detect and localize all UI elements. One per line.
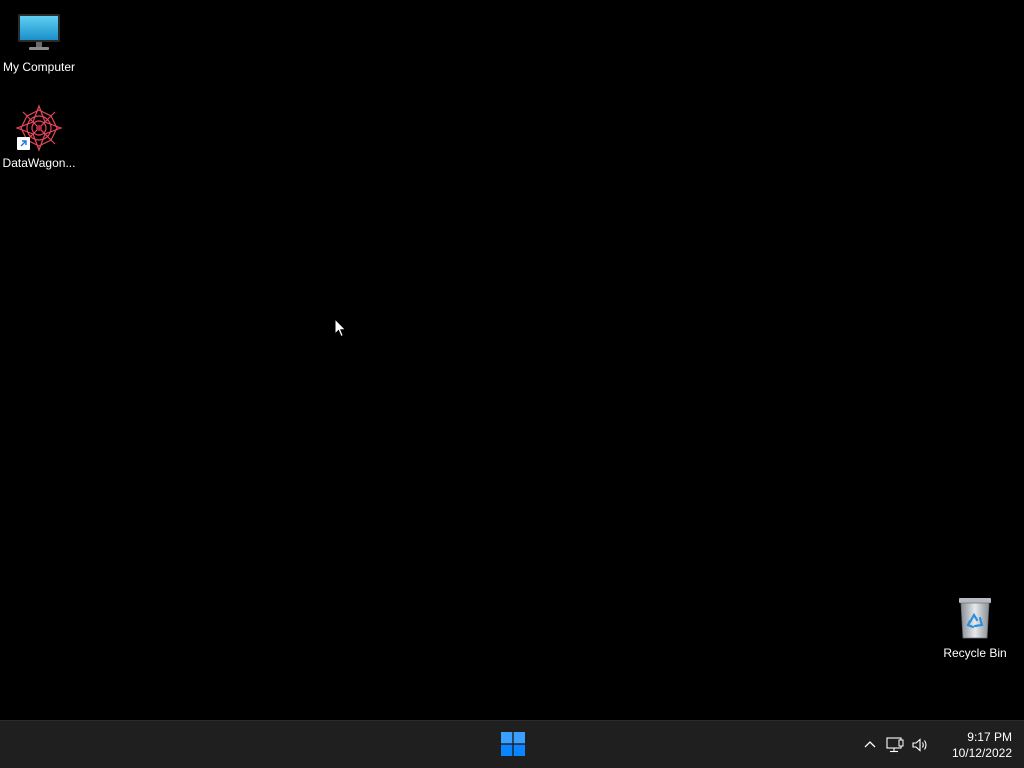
show-hidden-icons-button[interactable] (858, 729, 882, 761)
desktop-icon-label: Recycle Bin (943, 646, 1007, 660)
network-button[interactable] (883, 729, 907, 761)
desktop-icon-label: DataWagon... (2, 156, 76, 170)
network-icon (886, 736, 904, 752)
recycle-bin-icon (951, 594, 999, 642)
start-button[interactable] (494, 725, 532, 763)
clock-button[interactable]: 9:17 PM 10/12/2022 (942, 729, 1012, 761)
desktop[interactable]: My Computer DataWagon... Recycle Bin (0, 0, 1024, 720)
system-tray: 9:17 PM 10/12/2022 (857, 721, 1024, 768)
volume-button[interactable] (908, 729, 932, 761)
desktop-icon-label: My Computer (2, 60, 76, 74)
desktop-icon-my-computer[interactable]: My Computer (0, 8, 78, 74)
clock-date: 10/12/2022 (951, 745, 1012, 760)
volume-icon (912, 737, 927, 752)
desktop-icon-recycle-bin[interactable]: Recycle Bin (936, 594, 1014, 660)
desktop-icon-datawagon[interactable]: DataWagon... (0, 104, 78, 170)
monitor-icon (15, 8, 63, 56)
taskbar: 9:17 PM 10/12/2022 (0, 720, 1024, 768)
mouse-cursor-icon (334, 318, 347, 338)
windows-start-icon (501, 732, 525, 756)
shortcut-arrow-icon (17, 137, 30, 150)
clock-time: 9:17 PM (967, 729, 1012, 744)
datawagon-app-icon (15, 104, 63, 152)
chevron-up-icon (864, 740, 876, 747)
